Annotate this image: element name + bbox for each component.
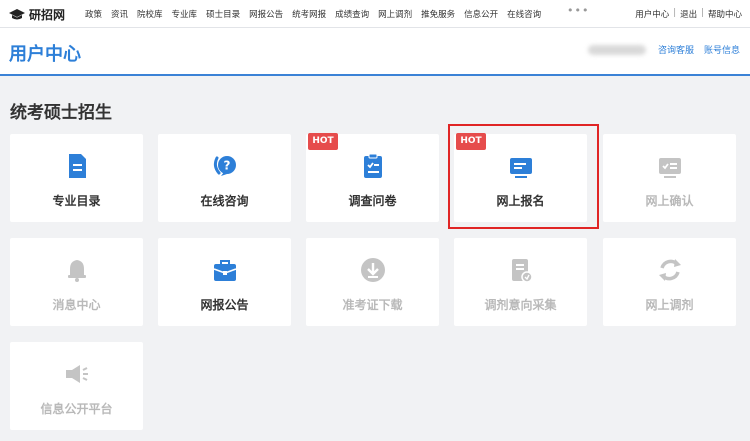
card-label: 网报公告 [200, 298, 249, 312]
page-title: 用户中心 [9, 44, 81, 65]
nav-item[interactable]: 资讯 [111, 8, 128, 20]
nav-item[interactable]: 院校库 [137, 8, 163, 20]
user-center-link[interactable]: 用户中心 [635, 8, 669, 20]
card-survey[interactable]: HOT 调查问卷 [306, 133, 439, 222]
nav-item[interactable]: 网报公告 [249, 8, 283, 20]
card-label: 专业目录 [52, 194, 101, 208]
header-links: 咨询客服 账号信息 [658, 43, 740, 56]
nav-item[interactable]: 统考网报 [292, 8, 326, 20]
top-nav-bar: 研招网 政策 资讯 院校库 专业库 硕士目录 网报公告 统考网报 成绩查询 网上… [0, 0, 750, 28]
account-info-link[interactable]: 账号信息 [704, 43, 740, 56]
nav-item[interactable]: 成绩查询 [335, 8, 369, 20]
refresh-icon [658, 259, 681, 281]
nav-item[interactable]: 硕士目录 [206, 8, 240, 20]
clipboard-icon [363, 153, 382, 178]
hot-badge: HOT [308, 133, 338, 150]
card-label: 信息公开平台 [40, 402, 113, 416]
logout-link[interactable]: 退出 [680, 8, 697, 20]
card-online-transfer[interactable]: 网上调剂 [603, 238, 736, 326]
card-registration-notice[interactable]: 网报公告 [158, 238, 291, 326]
briefcase-icon [213, 260, 236, 281]
divider: | [701, 8, 704, 18]
megaphone-icon [65, 365, 88, 383]
nav-item[interactable]: 专业库 [172, 8, 198, 20]
top-links: 用户中心 | 退出 | 帮助中心 [635, 8, 742, 20]
card-transfer-intent-collection[interactable]: 调剂意向采集 [454, 238, 587, 326]
card-admission-ticket-download[interactable]: 准考证下载 [306, 238, 439, 326]
collect-icon [511, 259, 533, 283]
card-label: 调剂意向采集 [484, 298, 557, 312]
header-divider [0, 74, 750, 76]
card-online-confirm[interactable]: 网上确认 [603, 134, 736, 222]
divider: | [673, 8, 677, 18]
card-major-catalog[interactable]: 专业目录 [10, 134, 143, 222]
card-label: 网上确认 [645, 194, 694, 208]
highlight-box [448, 124, 599, 229]
section-title: 统考硕士招生 [10, 103, 112, 123]
question-bubble-icon: ? [213, 156, 236, 176]
bell-icon [67, 260, 86, 282]
logo-text: 研招网 [29, 8, 66, 22]
document-icon [68, 154, 86, 178]
nav-item[interactable]: 推免服务 [421, 8, 455, 20]
card-online-consult[interactable]: ? 在线咨询 [158, 134, 291, 222]
graduation-cap-icon [9, 8, 25, 19]
card-label: 调查问卷 [348, 194, 397, 208]
card-label: 准考证下载 [342, 298, 403, 312]
card-message-center[interactable]: 消息中心 [10, 238, 143, 326]
download-icon [360, 258, 385, 282]
card-label: 在线咨询 [200, 194, 249, 208]
nav-more-button[interactable]: ••• [567, 4, 589, 17]
help-center-link[interactable]: 帮助中心 [708, 8, 742, 20]
card-label: 网上调剂 [645, 298, 694, 312]
card-label: 消息中心 [52, 298, 101, 312]
consult-service-link[interactable]: 咨询客服 [658, 43, 694, 56]
nav-item[interactable]: 政策 [85, 8, 102, 20]
site-logo[interactable]: 研招网 [8, 6, 65, 23]
nav-item[interactable]: 在线咨询 [507, 8, 541, 20]
id-card-icon [658, 158, 681, 178]
svg-text:?: ? [223, 159, 230, 173]
main-nav: 政策 资讯 院校库 专业库 硕士目录 网报公告 统考网报 成绩查询 网上调剂 推… [85, 8, 541, 20]
card-info-disclosure-platform[interactable]: 信息公开平台 [10, 342, 143, 430]
nav-item[interactable]: 信息公开 [464, 8, 498, 20]
username-redacted [588, 45, 646, 55]
page-header: 用户中心 咨询客服 账号信息 [0, 28, 750, 75]
nav-item[interactable]: 网上调剂 [378, 8, 412, 20]
